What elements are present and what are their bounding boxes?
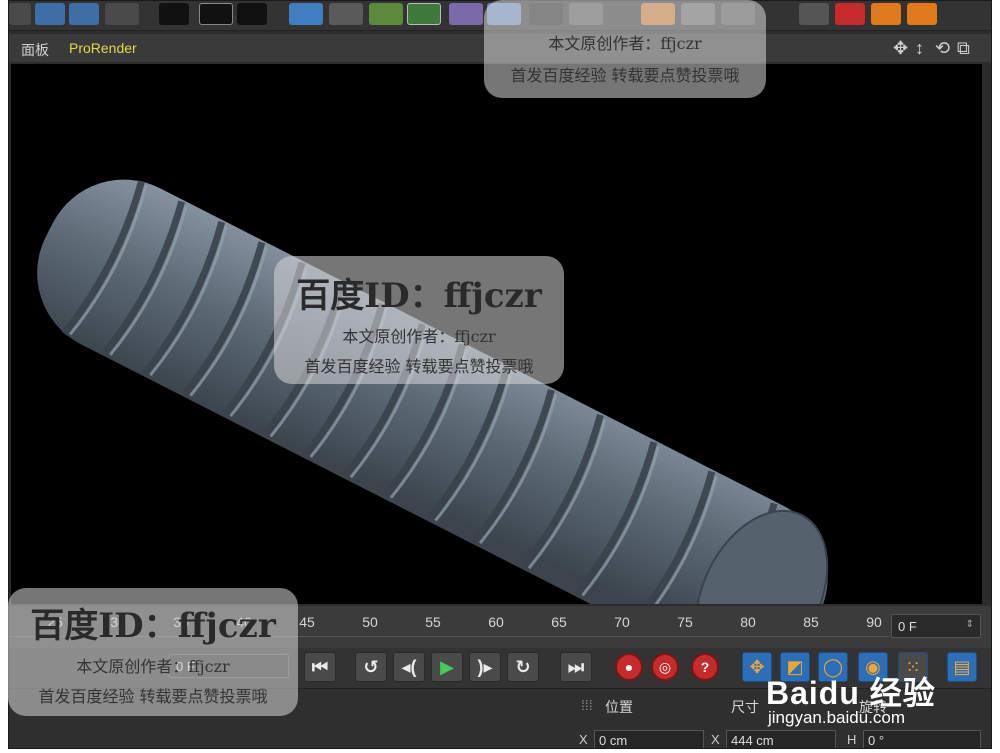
spline-icon[interactable] [329, 3, 363, 25]
watermark-bubble [484, 0, 766, 98]
h-axis-label: H [847, 732, 857, 747]
timeline-tick: 90 [866, 614, 882, 630]
timeline-tick: 85 [803, 614, 819, 630]
next-key-icon[interactable]: ↻ [507, 652, 539, 682]
x-axis-label: X [711, 732, 720, 747]
timeline-tick: 60 [488, 614, 504, 630]
render-region-icon[interactable] [159, 3, 189, 25]
help-key-icon[interactable]: ? [691, 653, 719, 681]
goto-start-icon[interactable]: ⏮ [304, 652, 336, 682]
lock-icon[interactable] [799, 3, 829, 25]
array-icon[interactable] [407, 3, 441, 25]
position-header: 位置 [605, 699, 633, 715]
timeline-tick: 45 [299, 614, 315, 630]
next-frame-icon[interactable]: )▸ [469, 652, 501, 682]
maximize-icon[interactable]: ⧉ [957, 38, 970, 58]
stepper-icon[interactable]: ⇕ [966, 619, 974, 630]
autokey-icon[interactable]: ◎ [651, 653, 679, 681]
timeline-tick: 50 [362, 614, 378, 630]
move-icon[interactable]: ✥ [893, 38, 908, 58]
nurbs-icon[interactable] [369, 3, 403, 25]
menu-prorender[interactable]: ProRender [69, 40, 137, 56]
prev-key-icon[interactable]: ↺ [355, 652, 387, 682]
size-header: 尺寸 [731, 699, 759, 715]
current-frame-value: 0 F [898, 619, 917, 634]
prev-frame-icon[interactable]: ◂( [393, 652, 425, 682]
timeline-tick: 55 [425, 614, 441, 630]
tools-icon[interactable] [907, 3, 937, 25]
dolly-icon[interactable]: ↕ [915, 38, 924, 58]
goto-end-icon[interactable]: ⏭ [560, 652, 592, 682]
plugin-icon[interactable] [871, 3, 901, 25]
menu-panel[interactable]: 面板 [21, 40, 49, 60]
position-x-field[interactable]: 0 cm [594, 730, 704, 748]
x-axis-label: X [579, 732, 588, 747]
baidu-url: jingyan.baidu.com [768, 708, 906, 727]
cube-icon[interactable] [289, 3, 323, 25]
select-icon[interactable] [105, 3, 139, 25]
deformer-icon[interactable] [449, 3, 483, 25]
play-icon[interactable]: ▶ [431, 652, 463, 682]
baidu-jingyan-logo: Baidu 经验 jingyan.baidu.com [762, 668, 962, 734]
grip-icon: ⁞⁞⁞ [581, 697, 593, 713]
timeline-tick: 65 [551, 614, 567, 630]
render-settings-icon[interactable] [237, 3, 267, 25]
record-key-icon[interactable]: ● [615, 653, 643, 681]
watermark-bubble [274, 256, 564, 384]
undo-icon[interactable] [9, 3, 31, 25]
rotate-icon[interactable]: ⟲ [935, 38, 950, 58]
timeline-tick: 70 [614, 614, 630, 630]
timeline-tick: 80 [740, 614, 756, 630]
watermark-bubble [8, 588, 298, 716]
current-frame-field[interactable]: 0 F ⇕ [891, 614, 981, 638]
redo-icon[interactable] [69, 3, 99, 25]
download-icon[interactable] [835, 3, 865, 25]
render-view-icon[interactable] [199, 3, 233, 25]
record-icon[interactable] [35, 3, 65, 25]
timeline-tick: 75 [677, 614, 693, 630]
